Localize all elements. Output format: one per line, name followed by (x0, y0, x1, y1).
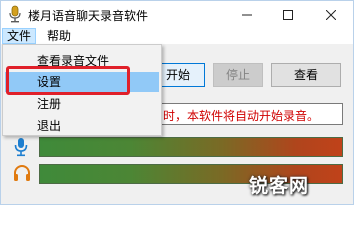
menu-item-register[interactable]: 注册 (5, 94, 159, 114)
watermark-text: 锐客网 (249, 175, 310, 197)
window-title: 楼月语音聊天录音软件 (28, 9, 149, 23)
menu-bar: 文件 帮助 (1, 28, 353, 44)
microphone-app-icon (9, 5, 21, 23)
notice-text: 时，本软件将自动开始录音。 (163, 109, 320, 123)
microphone-level-meter (39, 137, 343, 157)
maximize-icon (283, 9, 293, 20)
close-icon (326, 9, 336, 20)
maximize-button[interactable] (268, 1, 308, 28)
app-window: 楼月语音聊天录音软件 文件 帮助 开始 停止 查看 时，本软件将自动开始录音。 (0, 0, 354, 205)
watermark: 锐客网 (249, 171, 349, 199)
close-button[interactable] (311, 1, 351, 28)
annotation-highlight (6, 66, 130, 95)
menu-file[interactable]: 文件 (2, 28, 37, 44)
stop-button[interactable]: 停止 (213, 63, 263, 87)
minimize-icon (242, 14, 252, 15)
view-button[interactable]: 查看 (271, 63, 341, 87)
minimize-button[interactable] (227, 1, 267, 28)
microphone-icon (14, 138, 28, 157)
title-bar[interactable]: 楼月语音聊天录音软件 (1, 1, 353, 28)
menu-item-exit[interactable]: 退出 (5, 116, 159, 136)
menu-help[interactable]: 帮助 (43, 28, 75, 44)
headphones-icon (14, 165, 30, 181)
